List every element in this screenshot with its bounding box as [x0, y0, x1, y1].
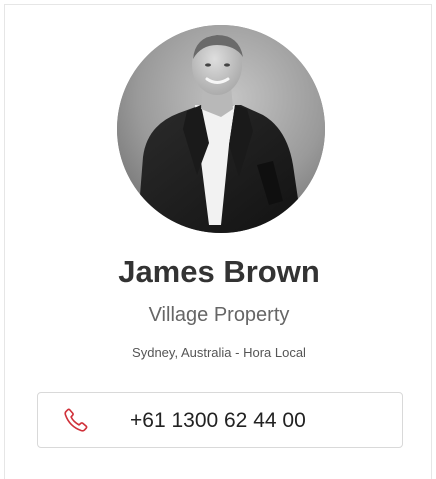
person-photo-icon [117, 25, 325, 233]
agent-name: James Brown [118, 254, 320, 289]
call-button[interactable]: +61 1300 62 44 00 [37, 392, 403, 448]
agent-card: James Brown Village Property Sydney, Aus… [4, 4, 432, 479]
avatar [117, 25, 325, 233]
phone-icon [62, 406, 90, 434]
agent-company: Village Property [148, 304, 290, 326]
agent-location: Sydney, Australia - Hora Local [132, 345, 306, 360]
phone-number: +61 1300 62 44 00 [130, 409, 306, 432]
